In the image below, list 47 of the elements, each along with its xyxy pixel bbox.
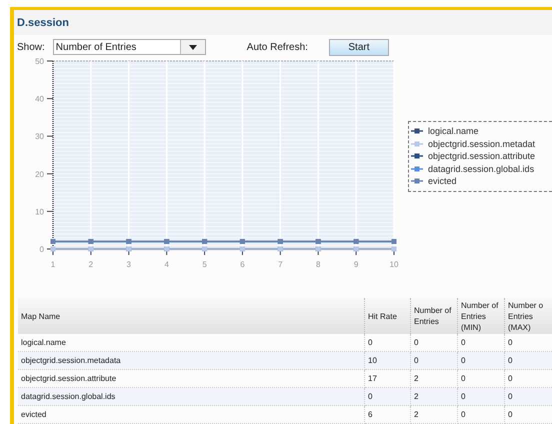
y-tick-label: 20 bbox=[35, 170, 44, 179]
x-tick-label: 3 bbox=[126, 260, 131, 269]
show-dropdown[interactable]: Number of Entries bbox=[52, 39, 206, 55]
start-button[interactable]: Start bbox=[328, 38, 389, 56]
x-tick-label: 5 bbox=[202, 260, 207, 269]
y-tick-label: 50 bbox=[35, 57, 44, 66]
panel-title: D.session bbox=[17, 16, 69, 28]
column-header[interactable]: Hit Rate bbox=[364, 298, 410, 334]
table-cell: 0 bbox=[458, 406, 504, 424]
column-header[interactable]: Number of Entries (MIN) bbox=[458, 298, 504, 334]
table-cell: 0 bbox=[410, 352, 458, 370]
x-tick-label: 1 bbox=[50, 260, 56, 269]
x-tick-label: 2 bbox=[88, 260, 94, 269]
table-cell: 2 bbox=[410, 388, 458, 406]
legend-label: objectgrid.session.metadat bbox=[428, 138, 536, 149]
auto-refresh-label: Auto Refresh: bbox=[246, 42, 308, 52]
x-tick-label: 8 bbox=[316, 260, 320, 269]
table-cell: 2 bbox=[410, 406, 458, 424]
legend-label: datagrid.session.global.ids bbox=[428, 164, 534, 174]
table-cell: objectgrid.session.metadata bbox=[18, 352, 364, 370]
x-tick-label: 7 bbox=[278, 260, 283, 269]
table-cell: datagrid.session.global.ids bbox=[18, 388, 364, 406]
x-tick-label: 4 bbox=[164, 260, 169, 269]
x-tick-label: 10 bbox=[390, 260, 398, 269]
table-cell: 0 bbox=[364, 388, 410, 406]
table-cell: 0 bbox=[458, 352, 504, 370]
table-cell: 0 bbox=[458, 388, 504, 406]
column-header[interactable]: Number of Entries bbox=[410, 298, 458, 334]
column-header[interactable]: Number o Entries (MAX) bbox=[504, 298, 552, 334]
column-header[interactable]: Map Name bbox=[18, 298, 364, 334]
table-cell: 0 bbox=[504, 406, 552, 424]
legend-label: logical.name bbox=[428, 126, 479, 136]
y-tick-label: 30 bbox=[35, 132, 44, 142]
x-tick-label: 9 bbox=[354, 260, 358, 269]
table-cell: 6 bbox=[364, 406, 410, 424]
caret-icon bbox=[188, 44, 197, 50]
legend-label: evicted bbox=[428, 176, 457, 186]
table-cell: 0 bbox=[504, 388, 552, 406]
show-label: Show: bbox=[17, 42, 45, 52]
table-cell: 10 bbox=[364, 352, 410, 370]
y-tick-label: 40 bbox=[35, 94, 44, 104]
x-tick-label: 6 bbox=[240, 260, 245, 269]
legend-label: objectgrid.session.attribute bbox=[428, 151, 536, 162]
y-tick-label: 10 bbox=[35, 207, 44, 216]
table-cell: 0 bbox=[504, 352, 552, 370]
table-cell: evicted bbox=[18, 406, 364, 424]
y-tick-label: 0 bbox=[40, 245, 44, 254]
